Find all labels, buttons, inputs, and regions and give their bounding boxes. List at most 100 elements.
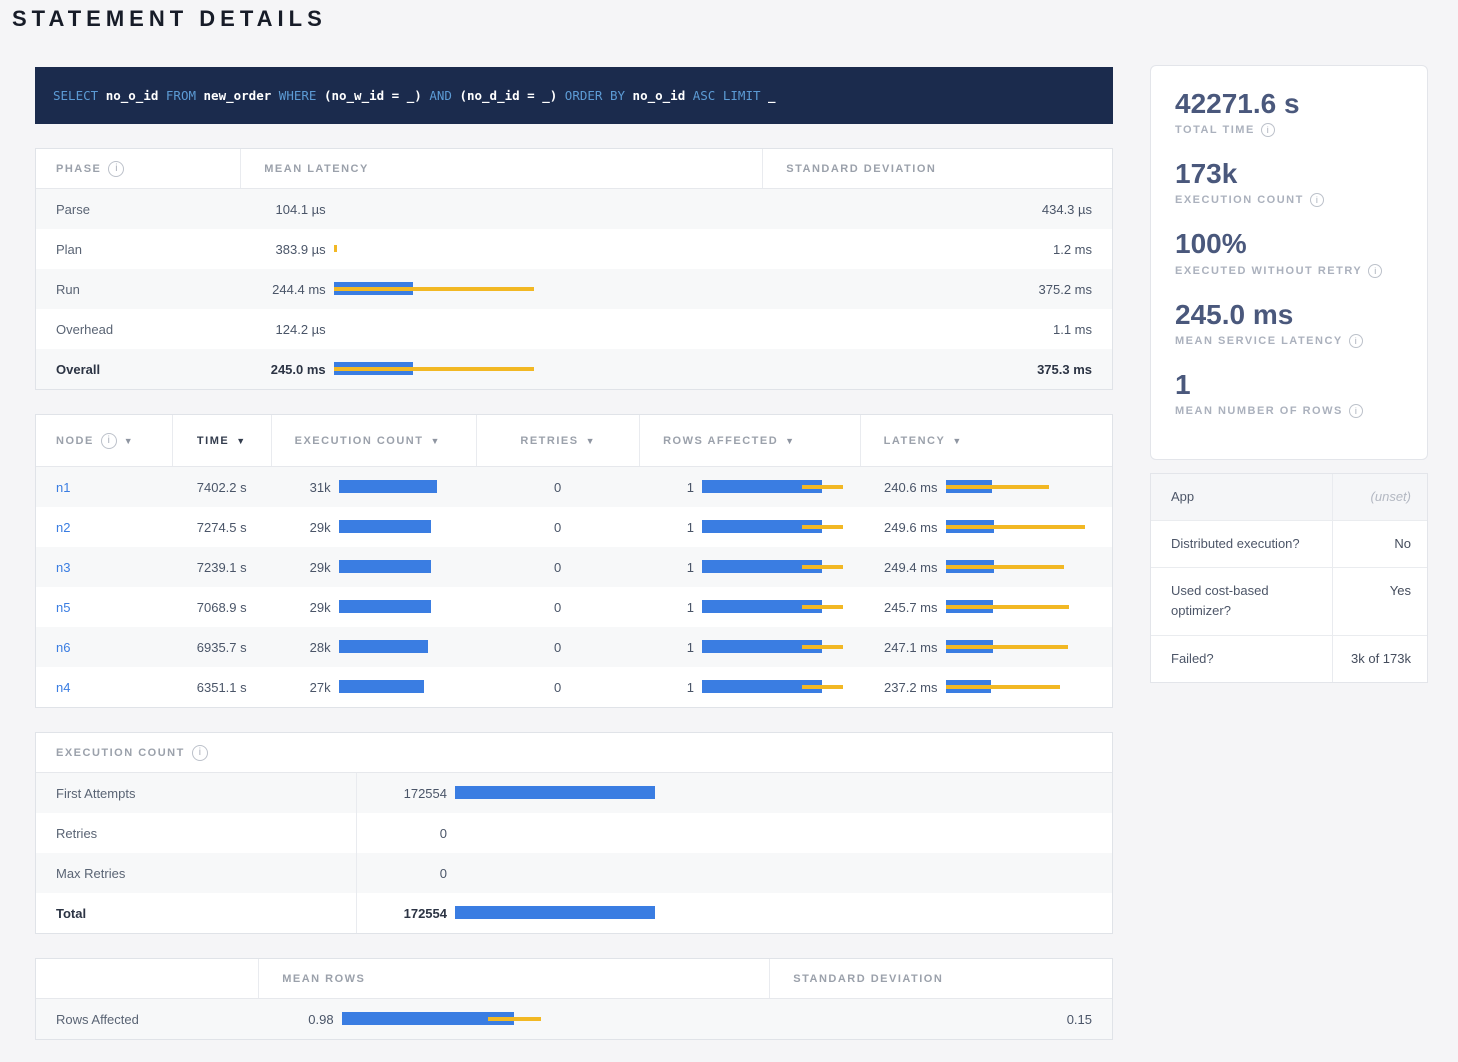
- stat-label-text: TOTAL TIME: [1175, 124, 1255, 136]
- retries-column-header[interactable]: RETRIES ▼: [477, 415, 639, 466]
- bar-stddev-whisker: [802, 645, 843, 649]
- node-cell: n4: [36, 667, 173, 707]
- info-icon[interactable]: i: [101, 433, 117, 449]
- app-row-value: No: [1333, 521, 1427, 567]
- info-icon[interactable]: i: [1349, 404, 1363, 418]
- retries-header-label: RETRIES: [520, 435, 578, 447]
- time-header-label: TIME: [197, 435, 229, 447]
- mean-latency-cell: 245.0 ms: [241, 349, 763, 389]
- stat-label-text: EXECUTION COUNT: [1175, 194, 1304, 206]
- node-cell: n3: [36, 547, 173, 587]
- table-row: Max Retries0: [36, 853, 1112, 893]
- sql-keyword: FROM: [158, 88, 203, 103]
- time-cell: 7274.5 s: [173, 507, 271, 547]
- node-link[interactable]: n2: [56, 520, 70, 535]
- bar-mean: [339, 560, 431, 573]
- rows-affected-column-header[interactable]: ROWS AFFECTED ▼: [640, 415, 860, 466]
- execution-label: First Attempts: [56, 786, 135, 801]
- info-icon[interactable]: i: [1310, 193, 1324, 207]
- latency-value: 240.6 ms: [860, 480, 938, 495]
- sort-arrow-icon[interactable]: ▼: [430, 436, 440, 446]
- mean-latency-cell: 104.1 µs: [241, 189, 763, 229]
- std-dev-cell: 1.1 ms: [763, 309, 1112, 349]
- info-icon[interactable]: i: [1349, 334, 1363, 348]
- phase-table-body: Parse104.1 µs434.3 µsPlan383.9 µs1.2 msR…: [36, 189, 1112, 389]
- sort-arrow-icon[interactable]: ▼: [785, 436, 795, 446]
- sort-arrow-icon[interactable]: ▼: [124, 436, 134, 446]
- app-row-value: Yes: [1333, 568, 1427, 634]
- execution-value: 0: [357, 866, 447, 881]
- bar-mean: [339, 640, 428, 653]
- latency-column-header[interactable]: LATENCY ▼: [861, 415, 1112, 466]
- bar-stddev-whisker: [488, 1017, 541, 1021]
- sort-arrow-icon[interactable]: ▼: [952, 436, 962, 446]
- execution-value-cell: 0: [357, 853, 1112, 893]
- summary-stat: 245.0 msMEAN SERVICE LATENCYi: [1175, 299, 1403, 348]
- node-cell: n5: [36, 587, 173, 627]
- statement-details-page: STATEMENT DETAILS SELECT no_o_id FROM ne…: [0, 0, 1458, 1062]
- latency-bar: [334, 242, 763, 256]
- rows-affected-value: 1: [639, 560, 694, 575]
- execution-count-value: 29k: [271, 520, 331, 535]
- latency-cell: 249.4 ms: [860, 547, 1113, 587]
- retries-cell: 0: [476, 467, 639, 507]
- table-row: Run244.4 ms375.2 ms: [36, 269, 1112, 309]
- sql-identifier: no_o_id: [106, 88, 159, 103]
- info-icon[interactable]: i: [108, 161, 124, 177]
- table-row: n46351.1 s27k01237.2 ms: [36, 667, 1112, 707]
- node-table-body: n17402.2 s31k01240.6 msn27274.5 s29k0124…: [36, 467, 1112, 707]
- retries-cell: 0: [476, 587, 639, 627]
- sql-keyword: SELECT: [53, 88, 106, 103]
- latency-cell: 237.2 ms: [860, 667, 1113, 707]
- retries-value: 0: [554, 520, 561, 535]
- time-column-header[interactable]: TIME ▼: [173, 415, 270, 466]
- node-link[interactable]: n6: [56, 640, 70, 655]
- node-column-header[interactable]: NODE i ▼: [36, 415, 172, 466]
- bar-stddev-whisker: [802, 605, 843, 609]
- mean-latency-value: 244.4 ms: [241, 282, 326, 297]
- execution-count-value: 27k: [271, 680, 331, 695]
- rows-affected-value: 1: [639, 600, 694, 615]
- latency-value: 247.1 ms: [860, 640, 938, 655]
- summary-stat: 173kEXECUTION COUNTi: [1175, 158, 1403, 207]
- node-link[interactable]: n4: [56, 680, 70, 695]
- table-row: Overall245.0 ms375.3 ms: [36, 349, 1112, 389]
- app-row-value: 3k of 173k: [1333, 636, 1427, 682]
- latency-value: 249.6 ms: [860, 520, 938, 535]
- phase-label: Overall: [56, 362, 100, 377]
- summary-stat: 42271.6 sTOTAL TIMEi: [1175, 88, 1403, 137]
- latency-bar: [334, 362, 763, 376]
- info-icon[interactable]: i: [1368, 264, 1382, 278]
- bar-stddev-whisker: [946, 605, 1069, 609]
- stat-label: EXECUTED WITHOUT RETRYi: [1175, 264, 1403, 278]
- info-icon[interactable]: i: [1261, 123, 1275, 137]
- execution-count-cell: 31k: [271, 467, 477, 507]
- latency-value: 245.7 ms: [860, 600, 938, 615]
- latency-value: 237.2 ms: [860, 680, 938, 695]
- execution-count-cell: 27k: [271, 667, 477, 707]
- time-cell: 6935.7 s: [173, 627, 271, 667]
- bar-mean: [339, 520, 431, 533]
- latency-bar: [702, 480, 860, 494]
- sort-arrow-icon[interactable]: ▼: [586, 436, 596, 446]
- mean-latency-value: 124.2 µs: [241, 322, 326, 337]
- execution-count-column-header[interactable]: EXECUTION COUNT ▼: [272, 415, 477, 466]
- execution-count-title-label: EXECUTION COUNT: [56, 747, 185, 759]
- node-link[interactable]: n5: [56, 600, 70, 615]
- time-cell: 7068.9 s: [173, 587, 271, 627]
- node-link[interactable]: n3: [56, 560, 70, 575]
- rows-affected-cell: 1: [639, 467, 860, 507]
- latency-bar: [339, 560, 477, 574]
- latency-bar: [342, 1012, 770, 1026]
- node-link[interactable]: n1: [56, 480, 70, 495]
- sort-arrow-icon[interactable]: ▼: [236, 436, 246, 446]
- retries-value: 0: [554, 560, 561, 575]
- mean-rows-value: 0.98: [259, 1012, 334, 1027]
- rows-affected-label: Rows Affected: [56, 1012, 139, 1027]
- retries-value: 0: [554, 640, 561, 655]
- latency-bar: [339, 600, 477, 614]
- stat-label-text: MEAN NUMBER OF ROWS: [1175, 405, 1343, 417]
- info-icon[interactable]: i: [192, 745, 208, 761]
- execution-count-header-label: EXECUTION COUNT: [295, 435, 424, 447]
- execution-count-cell: 28k: [271, 627, 477, 667]
